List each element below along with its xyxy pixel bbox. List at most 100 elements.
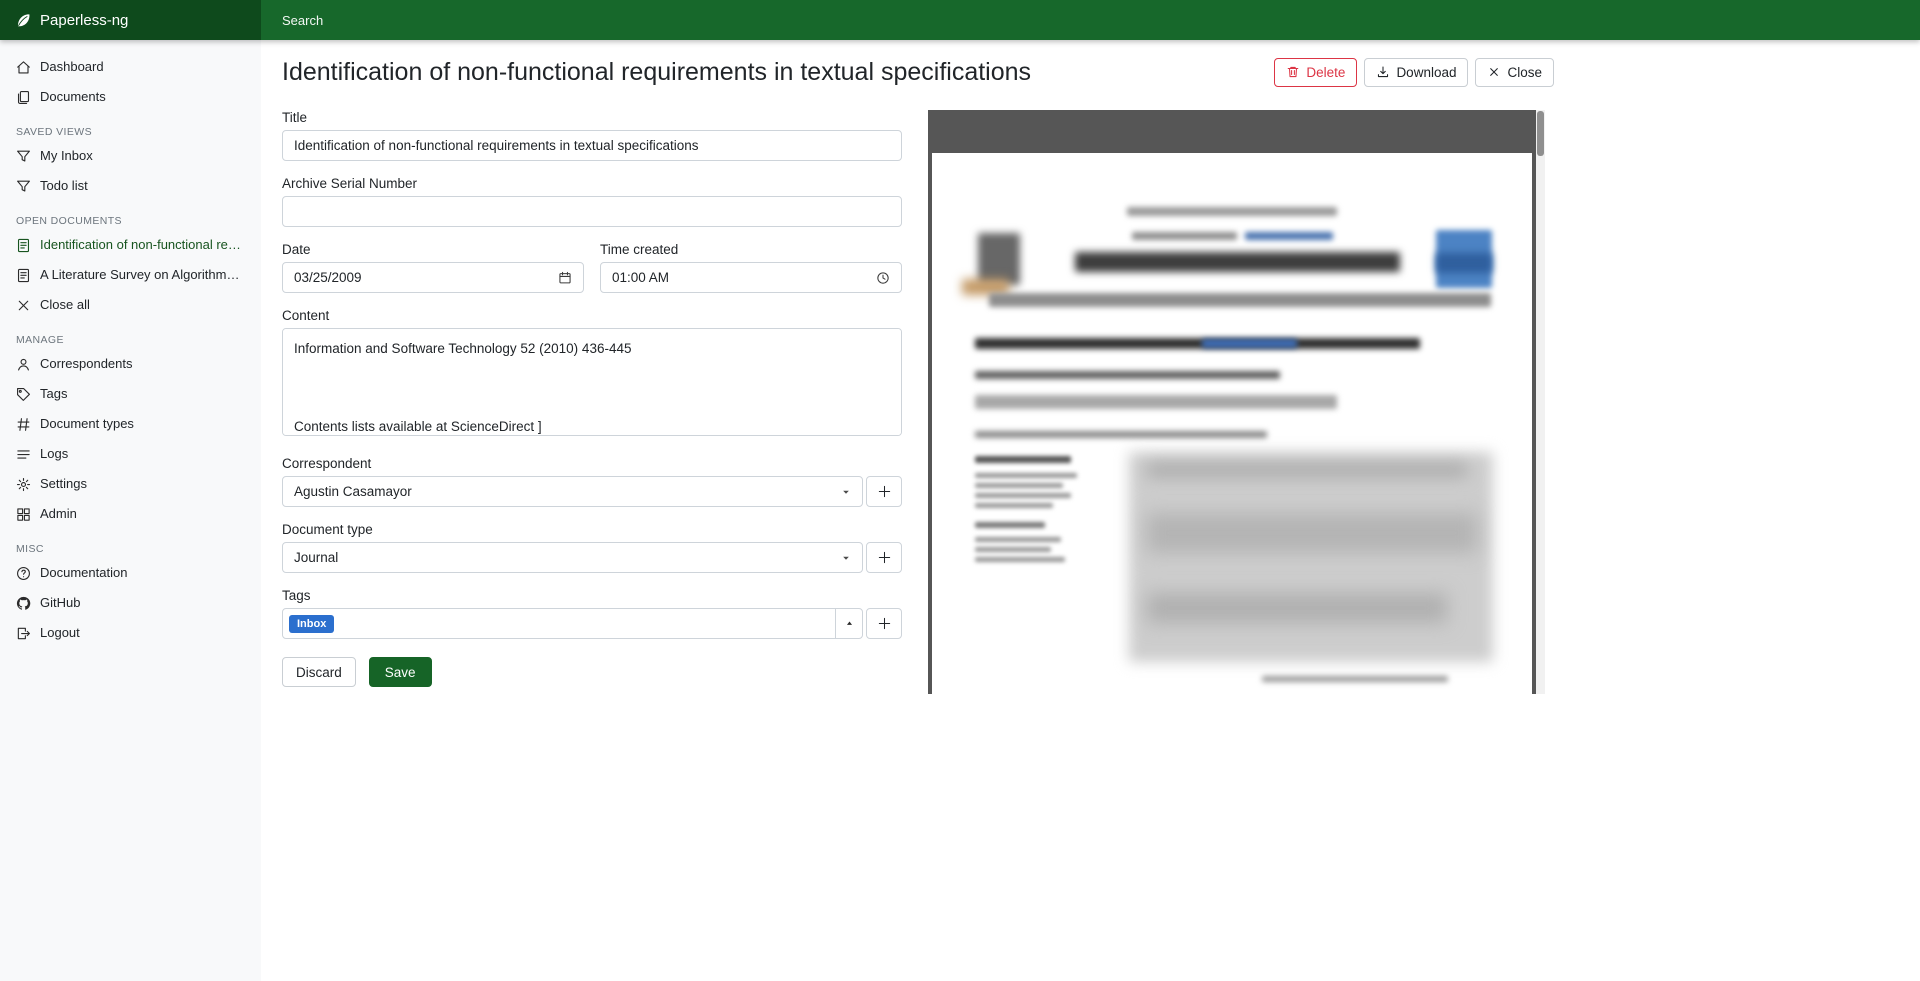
topbar: Paperless-ng bbox=[0, 0, 1920, 40]
main-content: Identification of non-functional require… bbox=[261, 40, 1920, 981]
clock-icon[interactable] bbox=[876, 271, 890, 285]
title-field-label: Title bbox=[282, 110, 902, 125]
sidebar-item-settings[interactable]: Settings bbox=[0, 469, 261, 499]
question-circle-icon bbox=[16, 566, 31, 581]
time-field-label: Time created bbox=[600, 242, 902, 257]
chevron-down-icon bbox=[841, 487, 851, 497]
blurred-text bbox=[975, 483, 1063, 488]
add-document-type-button[interactable] bbox=[866, 542, 902, 573]
sidebar-item-label: Dashboard bbox=[40, 58, 104, 76]
github-icon bbox=[16, 596, 31, 611]
sidebar-item-my-inbox[interactable]: My Inbox bbox=[0, 141, 261, 171]
sidebar-section-header: MANAGE bbox=[0, 330, 261, 349]
funnel-icon bbox=[16, 179, 31, 194]
document-type-field-label: Document type bbox=[282, 522, 902, 537]
sidebar-item-label: Documents bbox=[40, 88, 106, 106]
tags-input[interactable]: Inbox bbox=[282, 608, 836, 639]
document-preview[interactable] bbox=[928, 110, 1545, 694]
plus-icon bbox=[877, 550, 892, 565]
sidebar-item-documentation[interactable]: Documentation bbox=[0, 558, 261, 588]
sidebar-item-logs[interactable]: Logs bbox=[0, 439, 261, 469]
sidebar-item-label: Todo list bbox=[40, 177, 88, 195]
tags-dropdown-toggle[interactable] bbox=[835, 608, 863, 639]
sidebar-item-a-literature-survey-on-algorithms-for-mu[interactable]: A Literature Survey on Algorithms for Mu… bbox=[0, 260, 261, 290]
add-tag-button[interactable] bbox=[866, 608, 902, 639]
app-brand[interactable]: Paperless-ng bbox=[0, 0, 261, 40]
blurred-abstract-block bbox=[1129, 452, 1493, 662]
blurred-text bbox=[975, 456, 1071, 463]
blurred-journal-cover bbox=[1436, 253, 1492, 273]
close-button[interactable]: Close bbox=[1475, 58, 1554, 87]
date-input[interactable]: 03/25/2009 bbox=[282, 262, 584, 293]
calendar-icon[interactable] bbox=[558, 271, 572, 285]
sidebar-item-label: Documentation bbox=[40, 564, 127, 582]
person-icon bbox=[16, 357, 31, 372]
blurred-text bbox=[1127, 207, 1337, 216]
blurred-text bbox=[975, 503, 1053, 508]
download-button-label: Download bbox=[1396, 65, 1456, 80]
blurred-text bbox=[975, 537, 1061, 542]
delete-button[interactable]: Delete bbox=[1274, 58, 1357, 87]
save-button[interactable]: Save bbox=[369, 657, 432, 687]
blurred-article-title bbox=[1202, 339, 1297, 348]
grid-icon bbox=[16, 507, 31, 522]
download-button[interactable]: Download bbox=[1364, 58, 1468, 87]
plus-icon bbox=[877, 484, 892, 499]
date-value: 03/25/2009 bbox=[294, 270, 362, 285]
preview-scrollbar-thumb[interactable] bbox=[1537, 111, 1544, 156]
tag-icon bbox=[16, 387, 31, 402]
sidebar-item-label: Logout bbox=[40, 624, 80, 642]
chevron-down-icon bbox=[841, 553, 851, 563]
paperless-logo-icon bbox=[15, 12, 32, 29]
funnel-icon bbox=[16, 149, 31, 164]
app-brand-label: Paperless-ng bbox=[40, 12, 128, 29]
sidebar-item-github[interactable]: GitHub bbox=[0, 588, 261, 618]
discard-button[interactable]: Discard bbox=[282, 657, 356, 687]
document-type-select[interactable]: Journal bbox=[282, 542, 863, 573]
add-correspondent-button[interactable] bbox=[866, 476, 902, 507]
blurred-abstract-block bbox=[1147, 593, 1447, 623]
trash-icon bbox=[1286, 65, 1300, 79]
blurred-text bbox=[975, 431, 1267, 438]
blurred-text bbox=[1132, 232, 1237, 240]
content-textarea[interactable] bbox=[282, 328, 902, 436]
sidebar-item-identification-of-non-functional-requirem[interactable]: Identification of non-functional require… bbox=[0, 230, 261, 260]
global-search-input[interactable] bbox=[282, 13, 982, 28]
correspondent-value: Agustin Casamayor bbox=[294, 484, 412, 499]
preview-scrollbar[interactable] bbox=[1536, 110, 1545, 694]
sidebar-item-label: GitHub bbox=[40, 594, 80, 612]
close-button-label: Close bbox=[1507, 65, 1542, 80]
sidebar-item-correspondents[interactable]: Correspondents bbox=[0, 349, 261, 379]
blurred-text bbox=[975, 547, 1051, 552]
sidebar-item-label: A Literature Survey on Algorithms for Mu… bbox=[40, 266, 245, 284]
content-field-label: Content bbox=[282, 308, 902, 323]
tags-field-label: Tags bbox=[282, 588, 902, 603]
sidebar-item-label: Identification of non-functional require… bbox=[40, 236, 245, 254]
sidebar-item-label: Settings bbox=[40, 475, 87, 493]
time-created-input[interactable]: 01:00 AM bbox=[600, 262, 902, 293]
logout-icon bbox=[16, 626, 31, 641]
sidebar-item-documents[interactable]: Documents bbox=[0, 82, 261, 112]
title-input[interactable] bbox=[282, 130, 902, 161]
archive-serial-number-input[interactable] bbox=[282, 196, 902, 227]
file-text-icon bbox=[16, 238, 31, 253]
sidebar-item-todo-list[interactable]: Todo list bbox=[0, 171, 261, 201]
sidebar-item-logout[interactable]: Logout bbox=[0, 618, 261, 648]
sidebar-item-dashboard[interactable]: Dashboard bbox=[0, 52, 261, 82]
delete-button-label: Delete bbox=[1306, 65, 1345, 80]
blurred-abstract-block bbox=[1147, 513, 1477, 553]
sidebar-item-admin[interactable]: Admin bbox=[0, 499, 261, 529]
sidebar-item-document-types[interactable]: Document types bbox=[0, 409, 261, 439]
close-icon bbox=[1487, 65, 1501, 79]
global-search bbox=[261, 0, 1920, 40]
correspondent-select[interactable]: Agustin Casamayor bbox=[282, 476, 863, 507]
correspondent-field-label: Correspondent bbox=[282, 456, 902, 471]
sidebar-item-tags[interactable]: Tags bbox=[0, 379, 261, 409]
gear-icon bbox=[16, 477, 31, 492]
blurred-text bbox=[975, 522, 1045, 528]
sidebar-item-label: Correspondents bbox=[40, 355, 133, 373]
date-field-label: Date bbox=[282, 242, 584, 257]
sidebar-item-close-all[interactable]: Close all bbox=[0, 290, 261, 320]
blurred-text bbox=[1245, 232, 1333, 240]
tag-badge-inbox[interactable]: Inbox bbox=[289, 615, 334, 633]
